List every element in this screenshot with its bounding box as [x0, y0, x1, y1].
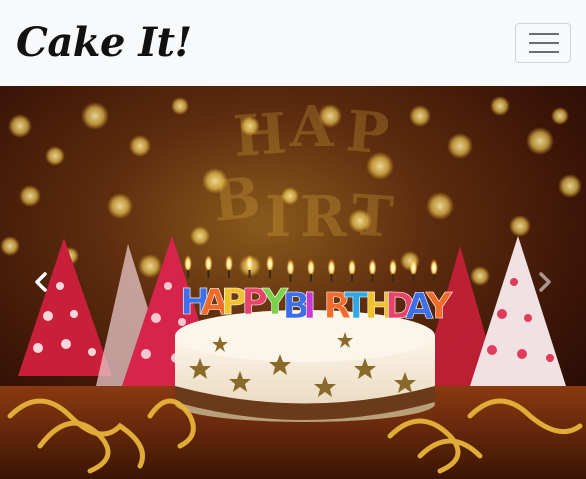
chevron-left-icon: [35, 272, 47, 292]
svg-text:A: A: [289, 94, 335, 160]
navbar-toggler-button[interactable]: [515, 23, 571, 63]
bokeh-light: [129, 135, 151, 157]
svg-text:I: I: [265, 184, 291, 250]
brand-logo-link[interactable]: Cake It!: [16, 14, 192, 72]
svg-text:I: I: [303, 286, 316, 327]
navbar: Cake It!: [0, 0, 586, 86]
bokeh-light: [447, 133, 473, 159]
carousel-next-button[interactable]: Next: [500, 86, 586, 479]
svg-text:P: P: [344, 98, 392, 167]
hamburger-menu-icon: [529, 33, 559, 53]
bokeh-light: [107, 193, 133, 219]
svg-text:Y: Y: [425, 286, 453, 327]
svg-text:H: H: [231, 100, 288, 170]
hero-carousel: H A P B I R T H A P P Y B I R T H D A Y: [0, 86, 586, 479]
bokeh-light: [171, 97, 189, 115]
bokeh-light: [409, 105, 431, 127]
bokeh-light: [470, 266, 490, 286]
carousel-prev-button[interactable]: Previous: [0, 86, 86, 479]
bokeh-light: [426, 192, 454, 220]
svg-text:T: T: [349, 182, 396, 251]
chevron-right-icon: [539, 272, 551, 292]
svg-text:B: B: [210, 164, 264, 235]
bokeh-light: [138, 254, 162, 278]
svg-text:R: R: [300, 184, 347, 250]
bokeh-light: [190, 226, 210, 246]
birthday-cake-image: H A P B I R T HAPPYBI RTHDAY: [0, 86, 586, 479]
